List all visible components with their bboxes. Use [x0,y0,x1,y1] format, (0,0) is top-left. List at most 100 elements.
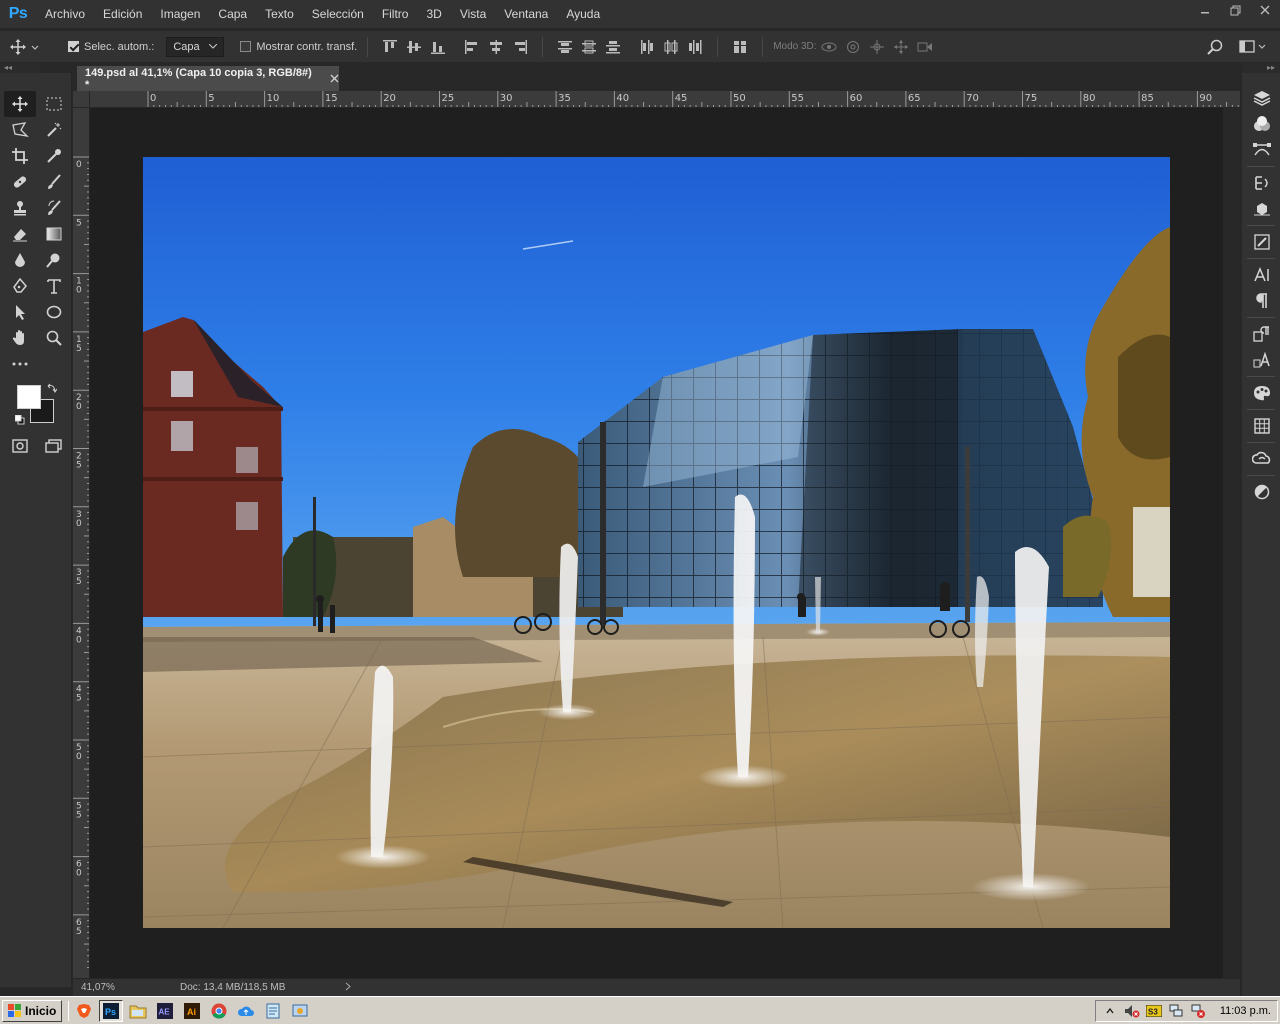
channels-panel-button[interactable] [1242,111,1280,137]
taskbar-chrome[interactable] [207,1000,231,1022]
menu-filtro[interactable]: Filtro [373,0,418,28]
screen-mode-button[interactable] [38,433,70,459]
menu-vista[interactable]: Vista [451,0,495,28]
zoom-level[interactable]: 41,07% [73,982,133,993]
character-styles-panel-button[interactable] [1242,347,1280,373]
tray-expand-button[interactable] [1102,1003,1118,1019]
blur-tool[interactable] [4,247,36,273]
distribute-left-button[interactable] [635,31,659,63]
auto-align-layers-button[interactable] [728,31,752,63]
taskbar-brave[interactable] [72,1000,96,1022]
tool-preset-picker[interactable] [0,31,50,63]
clock[interactable]: 11:03 p.m. [1220,1005,1271,1017]
gradient-tool[interactable] [38,221,70,247]
distribute-right-button[interactable] [683,31,707,63]
align-top-button[interactable] [378,31,402,63]
menu-seleccion[interactable]: Selección [303,0,373,28]
menu-archivo[interactable]: Archivo [36,0,94,28]
auto-select-target-dropdown[interactable]: Capa [166,36,225,57]
menu-3d[interactable]: 3D [417,0,450,28]
show-transform-checkbox[interactable] [240,41,252,52]
paragraph-styles-panel-button[interactable] [1242,321,1280,347]
ellipse-tool[interactable] [38,299,70,325]
taskbar-cloud-app[interactable] [234,1000,258,1022]
properties-panel-button[interactable] [1242,196,1280,222]
healing-brush-tool[interactable] [4,169,36,195]
paths-panel-button[interactable] [1242,137,1280,163]
dock-collapse-toggle[interactable]: ▸▸ [1242,63,1280,73]
magic-wand-tool[interactable] [38,117,70,143]
swap-colors-button[interactable] [47,383,58,396]
taskbar-after-effects[interactable]: AE [153,1000,177,1022]
vertical-scrollbar[interactable] [1223,108,1240,978]
taskbar-notepad[interactable] [261,1000,285,1022]
close-tab-button[interactable] [330,72,339,86]
menu-ventana[interactable]: Ventana [495,0,557,28]
layers-panel-button[interactable] [1242,85,1280,111]
menu-edicion[interactable]: Edición [94,0,151,28]
tray-network-status[interactable] [1168,1003,1184,1019]
libraries-panel-button[interactable] [1242,446,1280,472]
taskbar-file-explorer[interactable] [126,1000,150,1022]
eraser-tool[interactable] [4,221,36,247]
zoom-tool[interactable] [38,325,70,351]
menu-ayuda[interactable]: Ayuda [557,0,609,28]
distribute-vcenter-button[interactable] [577,31,601,63]
foreground-color-swatch[interactable] [17,385,41,409]
taskbar-photoshop[interactable]: Ps [99,999,124,1022]
lasso-tool[interactable] [4,117,36,143]
paragraph-panel-button[interactable] [1242,288,1280,314]
align-hcenter-button[interactable] [484,31,508,63]
minimize-button[interactable] [1190,0,1220,20]
menu-imagen[interactable]: Imagen [151,0,209,28]
tray-volume[interactable] [1124,1003,1140,1019]
auto-select-option[interactable]: Selec. autom.: [68,41,154,53]
distribute-hcenter-button[interactable] [659,31,683,63]
show-transform-option[interactable]: Mostrar contr. transf. [240,41,357,53]
path-selection-tool[interactable] [4,299,36,325]
align-right-button[interactable] [508,31,532,63]
document-image[interactable] [143,157,1170,928]
menu-capa[interactable]: Capa [209,0,256,28]
adjustments-layer-panel-button[interactable] [1242,479,1280,505]
align-vcenter-button[interactable] [402,31,426,63]
history-brush-tool[interactable] [38,195,70,221]
taskbar-control-panel[interactable] [288,1000,312,1022]
vertical-ruler[interactable]: 05101520253035404550556065 [73,108,90,978]
document-tab[interactable]: 149.psd al 41,1% (Capa 10 copia 3, RGB/8… [77,66,339,91]
character-panel-button[interactable] [1242,262,1280,288]
tray-s3[interactable]: S3 [1145,1003,1162,1019]
restore-button[interactable] [1220,0,1250,20]
quick-mask-button[interactable] [4,433,36,459]
adjustments-panel-button[interactable] [1242,229,1280,255]
brush-tool[interactable] [38,169,70,195]
swatches-panel-button[interactable] [1242,380,1280,406]
close-button[interactable] [1250,0,1280,20]
marquee-tool[interactable] [38,91,70,117]
move-tool[interactable] [4,91,36,117]
workspace-switcher[interactable] [1236,31,1270,63]
eyedropper-tool[interactable] [38,143,70,169]
align-bottom-button[interactable] [426,31,450,63]
edit-toolbar-button[interactable] [4,351,36,377]
history-panel-button[interactable] [1242,170,1280,196]
dodge-tool[interactable] [38,247,70,273]
tray-network-disconnected[interactable] [1190,1003,1206,1019]
hand-tool[interactable] [4,325,36,351]
start-button[interactable]: Inicio [2,999,63,1022]
clone-stamp-tool[interactable] [4,195,36,221]
crop-tool[interactable] [4,143,36,169]
toolbar-collapse-toggle[interactable]: ◂◂ [0,63,40,73]
ruler-origin[interactable] [73,91,90,108]
status-info-menu-button[interactable] [345,982,352,994]
auto-select-checkbox[interactable] [68,41,79,52]
distribute-top-button[interactable] [553,31,577,63]
horizontal-ruler[interactable]: 0 5 10 15 20 25 30 35 40 45 50 55 60 65 70 75 80 85 90 [90,91,1240,108]
distribute-bottom-button[interactable] [601,31,625,63]
align-left-button[interactable] [460,31,484,63]
taskbar-illustrator[interactable]: Ai [180,1000,204,1022]
default-colors-button[interactable] [14,414,25,428]
type-tool[interactable] [38,273,70,299]
pen-tool[interactable] [4,273,36,299]
grid-panel-button[interactable] [1242,413,1280,439]
